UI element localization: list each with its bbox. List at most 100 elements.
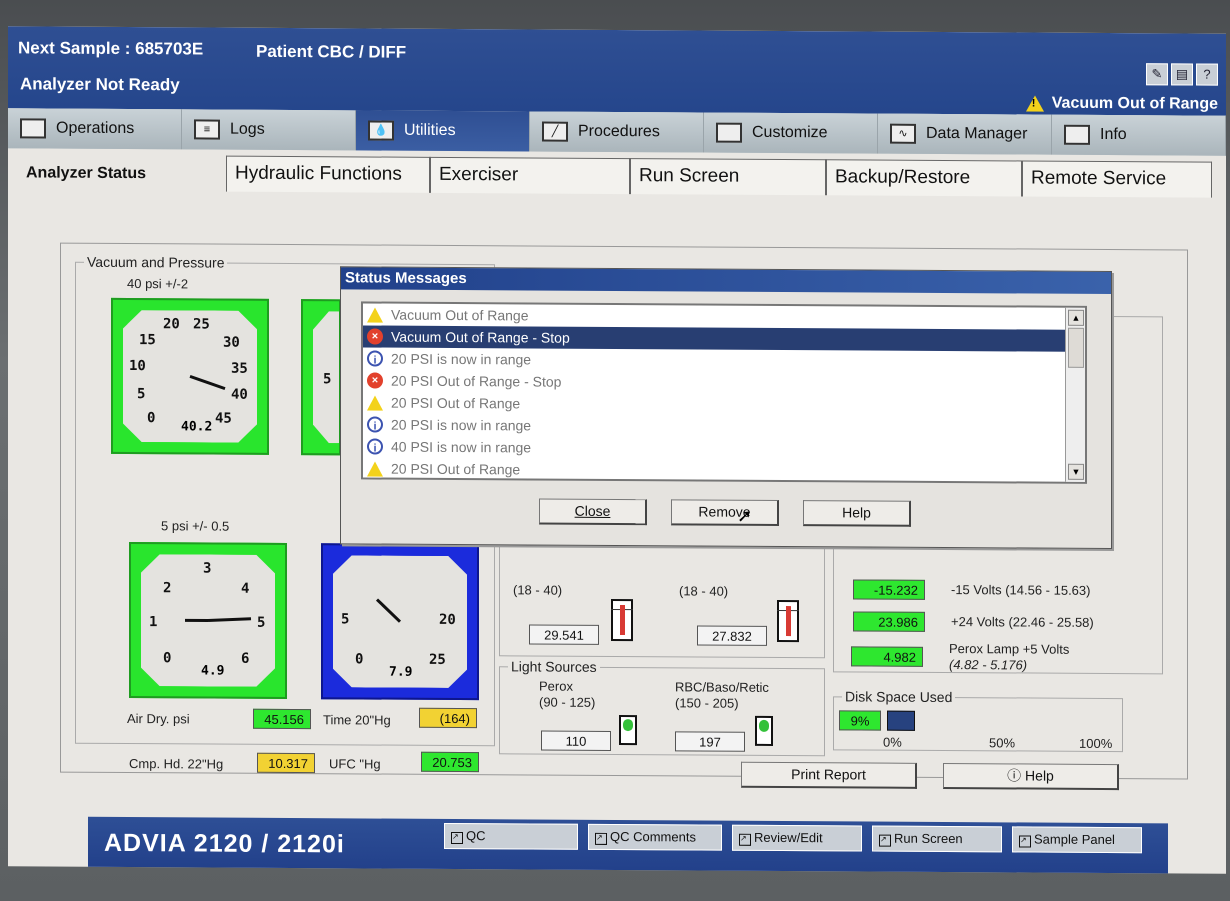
tab-run-screen[interactable]: Run Screen <box>630 158 826 196</box>
info-icon: i <box>367 438 383 455</box>
nav-label: Logs <box>230 120 265 138</box>
perox-range: (90 - 125) <box>539 694 596 710</box>
taskbar: ADVIA 2120 / 2120i QC QC Comments Review… <box>88 816 1168 874</box>
warning-text: Vacuum Out of Range <box>1051 94 1218 113</box>
tab-backup-restore[interactable]: Backup/Restore <box>826 159 1022 197</box>
message-text: 40 PSI is now in range <box>391 438 532 456</box>
tab-exerciser[interactable]: Exerciser <box>430 156 630 195</box>
operations-icon <box>20 118 46 139</box>
gauge-40psi: 20 25 15 30 10 35 5 40 0 45 40.2 <box>111 297 269 455</box>
pen-icon[interactable]: ✎ <box>1146 63 1168 86</box>
gauge-vacuum: 5 20 0 25 7.9 <box>321 543 479 701</box>
drop-icon: 💧 <box>368 120 394 141</box>
messages-list[interactable]: Vacuum Out of Range × Vacuum Out of Range … <box>361 301 1087 484</box>
task-review-edit[interactable]: Review/Edit <box>732 824 862 852</box>
error-icon: × <box>367 372 383 389</box>
perox-lamp-value: 4.982 <box>851 646 923 667</box>
gauge-face: 5 20 0 25 7.9 <box>333 555 467 688</box>
warning-icon <box>367 394 383 411</box>
thermometer-icon <box>777 599 799 643</box>
vacuum-legend: Vacuum and Pressure <box>87 253 225 271</box>
perox-lamp-range: (4.82 - 5.176) <box>949 657 1028 673</box>
cmp-value: 10.317 <box>257 752 315 774</box>
close-button[interactable]: Close <box>539 498 647 526</box>
temp2-range: (18 - 40) <box>679 583 729 599</box>
g1-spec: 40 psi +/-2 <box>127 276 189 292</box>
tab-analyzer-status[interactable]: Analyzer Status <box>18 154 226 192</box>
patient-type: Patient CBC / DIFF <box>256 41 407 62</box>
temp2-value: 27.832 <box>697 625 767 646</box>
volt-15-label: -15 Volts (14.56 - 15.63) <box>951 582 1091 598</box>
g2-spec: 5 psi +/- 0.5 <box>161 518 230 534</box>
title-icons: ✎ ▤? <box>1146 63 1218 86</box>
disk-usage-bar <box>887 710 915 731</box>
nav-label: Customize <box>752 123 828 142</box>
nav-utilities[interactable]: 💧 Utilities <box>356 110 530 152</box>
gauge-reading: 7.9 <box>389 664 413 680</box>
help-button[interactable]: ⓘ Help <box>943 762 1119 791</box>
scroll-down-icon[interactable]: ▼ <box>1068 463 1084 480</box>
gauge-reading: 4.9 <box>201 663 225 679</box>
message-text: 20 PSI is now in range <box>391 350 532 368</box>
notes-icon[interactable]: ▤ <box>1171 63 1193 86</box>
time-label: Time 20"Hg <box>323 712 391 728</box>
cmp-label: Cmp. Hd. 22"Hg <box>129 756 224 772</box>
scroll-up-icon[interactable]: ▲ <box>1068 309 1084 326</box>
warning-icon <box>367 460 383 477</box>
nav-label: Info <box>1100 125 1127 144</box>
analyzer-status: Analyzer Not Ready <box>20 74 180 95</box>
tab-remote-service[interactable]: Remote Service <box>1022 160 1212 198</box>
list-scrollbar[interactable]: ▲ ▼ <box>1065 307 1085 482</box>
nav-procedures[interactable]: ╱ Procedures <box>530 111 704 153</box>
message-text: 20 PSI Out of Range <box>391 460 521 478</box>
disk-legend: Disk Space Used <box>845 688 953 706</box>
nav-label: Data Manager <box>926 124 1028 143</box>
print-report-button[interactable]: Print Report <box>741 761 917 789</box>
dialog-help-button[interactable]: Help <box>803 500 911 527</box>
tab-hydraulic-functions[interactable]: Hydraulic Functions <box>226 155 430 193</box>
message-text: 20 PSI Out of Range - Stop <box>391 372 562 390</box>
brand-logo: ADVIA 2120 / 2120i <box>104 828 345 859</box>
bulb-icon <box>755 715 773 746</box>
air-dry-label: Air Dry. psi <box>127 711 190 727</box>
nav-label: Operations <box>56 119 135 138</box>
help-icon[interactable]: ? <box>1196 63 1218 86</box>
task-qc-comments[interactable]: QC Comments <box>588 823 722 851</box>
nav-logs[interactable]: ≡ Logs <box>182 109 356 151</box>
gauge-partial: 5 <box>301 299 341 456</box>
disk-tick: 100% <box>1079 735 1113 752</box>
gauge-reading: 40.2 <box>181 419 213 435</box>
rbc-label: RBC/Baso/Retic <box>675 679 769 695</box>
ufc-label: UFC "Hg <box>329 756 381 772</box>
task-qc[interactable]: QC <box>444 822 578 850</box>
task-run-screen[interactable]: Run Screen <box>872 825 1002 853</box>
chart-icon: ╱ <box>542 121 568 142</box>
warning-icon <box>1025 95 1044 112</box>
remove-button[interactable]: Remove <box>671 499 779 526</box>
message-item[interactable]: 20 PSI Out of Range <box>363 457 1085 483</box>
nav-customize[interactable]: Customize <box>704 112 878 154</box>
help-circle-icon: ⓘ <box>1007 767 1026 784</box>
nav-operations[interactable]: Operations <box>8 108 182 150</box>
perox-lamp-label: Perox Lamp +5 Volts <box>949 641 1070 657</box>
gauge-face: 20 25 15 30 10 35 5 40 0 45 40.2 <box>123 310 257 443</box>
disk-tick: 50% <box>989 735 1016 751</box>
warning-banner[interactable]: Vacuum Out of Range <box>1025 94 1218 113</box>
message-text: 20 PSI is now in range <box>391 416 532 434</box>
thermometer-icon <box>611 598 633 642</box>
light-legend: Light Sources <box>511 658 597 675</box>
task-sample-panel[interactable]: Sample Panel <box>1012 826 1142 854</box>
logs-icon: ≡ <box>194 119 220 140</box>
ufc-value: 20.753 <box>421 751 479 773</box>
gauge-face: 3 2 4 1 5 0 6 4.9 <box>141 554 275 687</box>
nav-info[interactable]: Info <box>1052 114 1226 156</box>
volt-15-value: -15.232 <box>853 579 925 600</box>
info-icon: i <box>367 416 383 433</box>
message-text: Vacuum Out of Range - Stop <box>391 328 570 346</box>
next-sample: Next Sample : 685703E <box>18 38 204 59</box>
warning-icon <box>367 306 383 323</box>
nav-data-manager[interactable]: ∿ Data Manager <box>878 113 1052 155</box>
disk-tick: 0% <box>883 734 902 750</box>
scroll-thumb[interactable] <box>1068 327 1084 368</box>
data-icon: ∿ <box>890 123 916 144</box>
